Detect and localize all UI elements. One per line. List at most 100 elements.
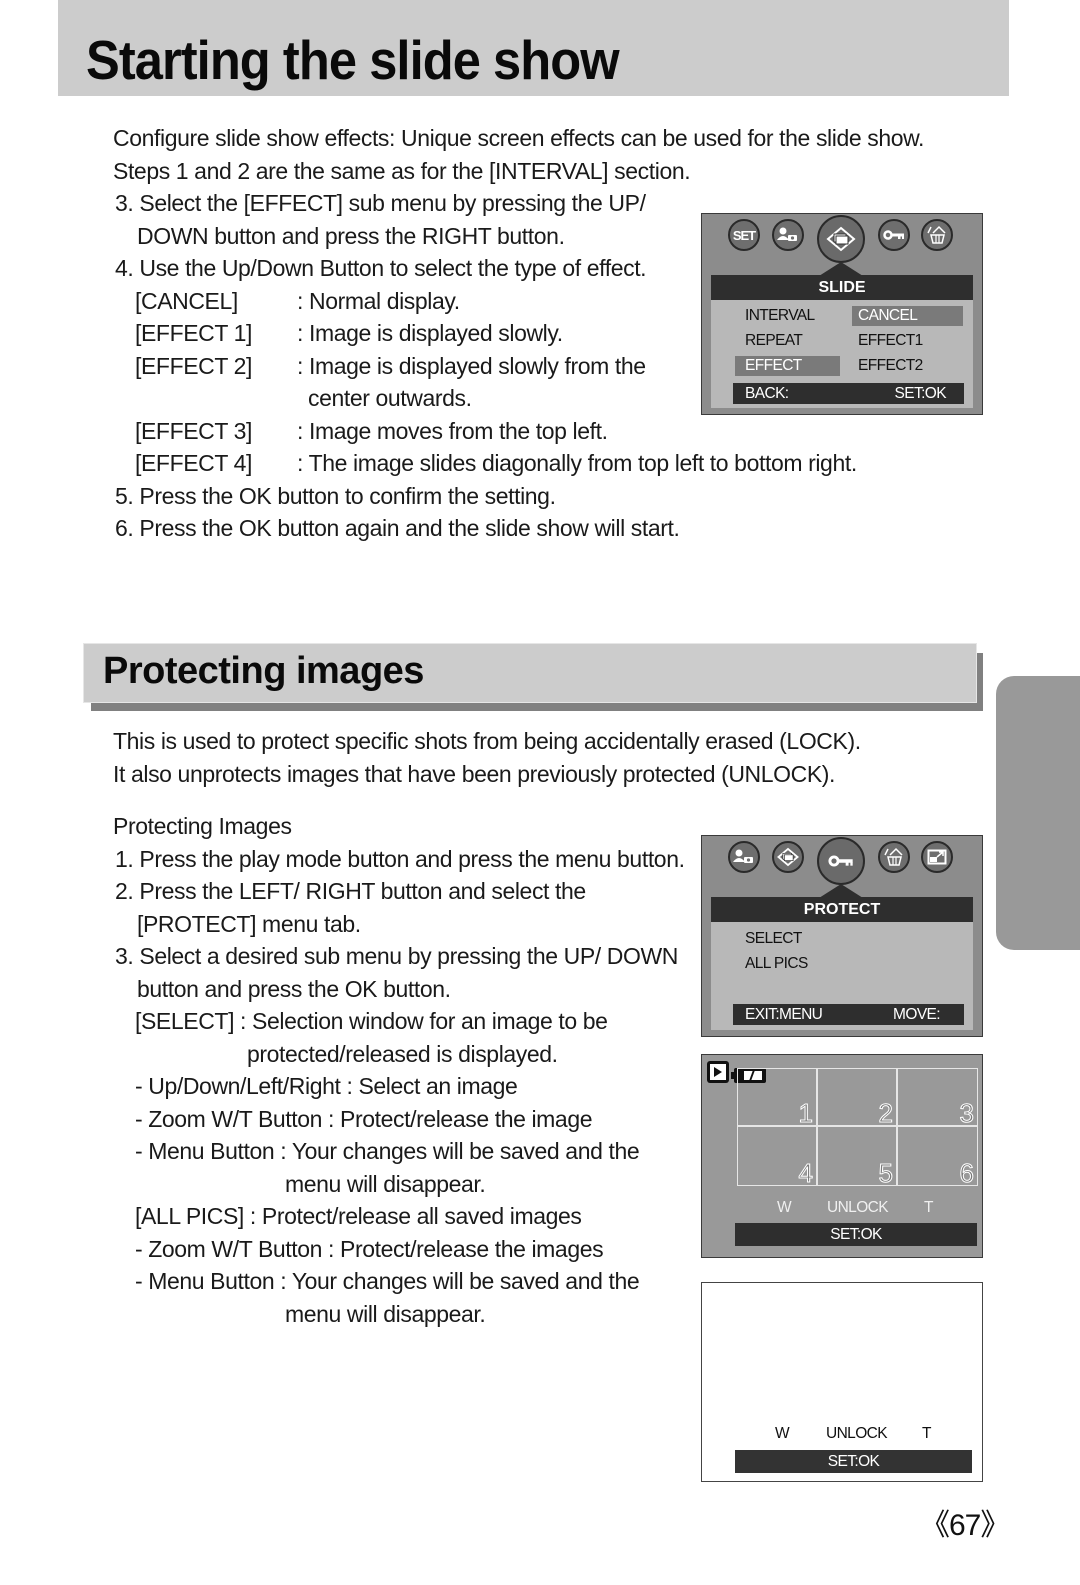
slideshow-icon[interactable] — [772, 841, 804, 873]
zoom-w-label: W — [775, 1425, 790, 1442]
step-3-cont: button and press the OK button. — [137, 975, 451, 1002]
thumbnail-grid: 1 2 3 4 5 6 — [737, 1068, 978, 1189]
key-icon[interactable] — [878, 219, 910, 251]
step-2: 2. Press the LEFT/ RIGHT button and sele… — [115, 878, 586, 904]
thumbnail-cell[interactable]: 1 — [737, 1068, 817, 1129]
intro-line: This is used to protect specific shots f… — [113, 728, 861, 754]
select-bullet: - Zoom W/T Button : Protect/release the … — [135, 1105, 593, 1132]
zoom-t-label: T — [922, 1425, 931, 1442]
menu-item-interval[interactable]: INTERVAL — [741, 306, 815, 326]
subheading: Protecting Images — [113, 813, 292, 839]
option-effect2[interactable]: EFFECT2 — [854, 356, 923, 376]
delete-basket-icon[interactable] — [921, 219, 953, 251]
menu-footer: EXIT:MENU MOVE: — [733, 1004, 964, 1025]
allpics-bullet: - Menu Button : Your changes will be sav… — [135, 1268, 640, 1294]
slide-menu-panel: SLIDE INTERVAL REPEAT EFFECT CANCEL EFFE… — [711, 275, 973, 408]
menu-header: PROTECT — [711, 897, 973, 922]
exit-menu-hint: EXIT:MENU — [745, 1006, 823, 1023]
thumbnail-cell[interactable]: 3 — [897, 1068, 978, 1129]
lock-state-label: UNLOCK — [827, 1199, 889, 1216]
select-bullet: - Up/Down/Left/Right : Select an image — [135, 1073, 518, 1099]
effect-item: [EFFECT 3] : Image moves from the top lef… — [113, 415, 924, 448]
select-desc: [SELECT] : Selection window for an image… — [135, 1008, 608, 1034]
effect-desc: : Image is displayed slowly. — [297, 320, 563, 346]
protect-menu-panel: PROTECT SELECT ALL PICS EXIT:MENU MOVE: — [711, 897, 973, 1030]
section-title-band: Starting the slide show — [58, 0, 1009, 96]
thumbnail-cell[interactable]: 2 — [817, 1068, 897, 1129]
effect-desc: : The image slides diagonally from top l… — [297, 450, 857, 476]
allpics-bullet-cont: menu will disappear. — [285, 1300, 486, 1327]
intro-line: Configure slide show effects: Unique scr… — [113, 125, 925, 151]
thumbnail-number: 6 — [959, 1158, 975, 1189]
intro-line: Steps 1 and 2 are the same as for the [I… — [113, 157, 691, 184]
set-ok-bar: SET:OK — [735, 1450, 972, 1473]
menu-header: SLIDE — [711, 275, 973, 300]
menu-tab-row: SET — [702, 214, 982, 276]
effect-item: [EFFECT 4] : The image slides diagonally … — [113, 447, 924, 480]
person-camera-icon[interactable] — [728, 841, 760, 873]
thumbnail-number: 5 — [878, 1158, 894, 1189]
select-desc-cont: protected/released is displayed. — [247, 1040, 558, 1067]
allpics-desc: [ALL PICS] : Protect/release all saved i… — [135, 1203, 582, 1229]
zoom-t-label: T — [924, 1199, 933, 1216]
back-hint: BACK: — [745, 385, 789, 402]
play-mode-icon — [707, 1061, 729, 1083]
chapter-side-tab — [996, 676, 1080, 950]
effect-term: [CANCEL] — [135, 287, 238, 314]
intro-line: It also unprotects images that have been… — [113, 760, 836, 787]
person-camera-icon[interactable] — [772, 219, 804, 251]
menu-item-repeat[interactable]: REPEAT — [741, 331, 803, 351]
section2-title: Protecting images — [103, 650, 424, 692]
page-title: Starting the slide show — [86, 29, 620, 91]
set-ok-bar: SET:OK — [735, 1223, 977, 1246]
option-effect1[interactable]: EFFECT1 — [854, 331, 923, 351]
select-bullet: - Menu Button : Your changes will be sav… — [135, 1138, 640, 1164]
step-1: 1. Press the play mode button and press … — [115, 845, 685, 872]
option-cancel[interactable]: CANCEL — [852, 306, 963, 326]
step-3: 3. Select a desired sub menu by pressing… — [115, 943, 679, 969]
menu-item-effect[interactable]: EFFECT — [735, 356, 840, 376]
menu-footer: BACK: SET:OK — [733, 383, 964, 404]
allpics-bullet: - Zoom W/T Button : Protect/release the … — [135, 1235, 604, 1262]
thumbnail-number: 1 — [798, 1098, 814, 1129]
resize-icon[interactable] — [921, 841, 953, 873]
slide-menu-screen: SET SLIDE INTERVAL REPEAT EFFECT CANCEL … — [701, 213, 983, 415]
move-hint: MOVE: — [893, 1006, 941, 1023]
effect-term: [EFFECT 1] — [135, 320, 252, 346]
slideshow-icon[interactable] — [817, 215, 865, 263]
menu-item-select[interactable]: SELECT — [741, 929, 802, 949]
section2-intro: This is used to protect specific shots f… — [113, 725, 861, 790]
set-icon-label: SET — [732, 227, 756, 243]
thumbnail-number: 2 — [878, 1098, 894, 1129]
thumbnail-cell[interactable]: 4 — [737, 1126, 817, 1189]
key-icon[interactable] — [817, 837, 865, 885]
effect-desc: : Image is displayed slowly from the — [297, 352, 646, 379]
thumbnail-number: 4 — [798, 1158, 814, 1189]
lock-state-label: UNLOCK — [826, 1425, 888, 1442]
thumbnail-screen: 1 2 3 4 5 6 W UNLOCK T SET:OK — [701, 1054, 983, 1258]
step-2-cont: [PROTECT] menu tab. — [137, 910, 361, 937]
menu-tab-row — [702, 836, 982, 898]
effect-desc: : Image moves from the top left. — [297, 417, 608, 444]
single-image-screen: W UNLOCK T SET:OK — [701, 1282, 983, 1482]
section2-body: Protecting Images 1. Press the play mode… — [113, 810, 685, 1330]
effect-term: [EFFECT 3] — [135, 417, 252, 444]
step-6: 6. Press the OK button again and the sli… — [115, 515, 680, 541]
thumbnail-number: 3 — [959, 1098, 975, 1129]
thumbnail-cell[interactable]: 5 — [817, 1126, 897, 1189]
set-ok-hint: SET:OK — [894, 385, 946, 402]
active-tab-pointer — [819, 262, 863, 276]
protect-menu-screen: PROTECT SELECT ALL PICS EXIT:MENU MOVE: — [701, 835, 983, 1037]
step-5: 5. Press the OK button to confirm the se… — [115, 482, 556, 509]
effect-desc: : Normal display. — [297, 287, 460, 314]
effect-term: [EFFECT 4] — [135, 450, 252, 476]
effect-term: [EFFECT 2] — [135, 352, 252, 379]
menu-item-all-pics[interactable]: ALL PICS — [741, 954, 808, 974]
zoom-w-label: W — [777, 1199, 792, 1216]
delete-basket-icon[interactable] — [878, 841, 910, 873]
thumbnail-cell[interactable]: 6 — [897, 1126, 978, 1189]
active-tab-pointer — [819, 884, 863, 898]
section2-title-band: Protecting images — [83, 643, 977, 703]
set-icon[interactable]: SET — [728, 219, 760, 251]
page-number: 《67》 — [920, 1509, 1010, 1542]
